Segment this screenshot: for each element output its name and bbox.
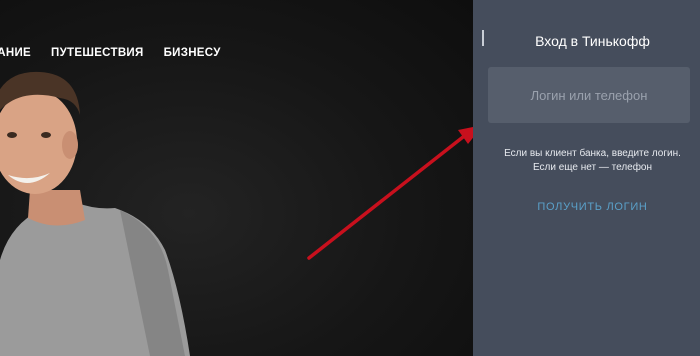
hero-person-image [0,71,190,356]
nav-item-education[interactable]: ОВАНИЕ [0,47,31,59]
nav-item-business[interactable]: БИЗНЕСУ [164,47,221,59]
login-panel: Вход в Тинькофф Если вы клиент банка, вв… [473,0,700,356]
login-hint-line-1: Если вы клиент банка, введите логин. [504,148,681,159]
login-or-phone-input[interactable] [488,67,690,123]
login-hint-line-2: Если еще нет — телефон [532,162,653,173]
login-hint: Если вы клиент банка, введите логин. Есл… [473,147,700,175]
hero-area: ОВАНИЕ ПУТЕШЕСТВИЯ БИЗНЕСУ [0,0,473,356]
login-title: Вход в Тинькофф [535,33,650,49]
get-login-link[interactable]: ПОЛУЧИТЬ ЛОГИН [473,201,700,213]
nav-item-travel[interactable]: ПУТЕШЕСТВИЯ [51,47,144,59]
top-nav: ОВАНИЕ ПУТЕШЕСТВИЯ БИЗНЕСУ [0,47,221,59]
